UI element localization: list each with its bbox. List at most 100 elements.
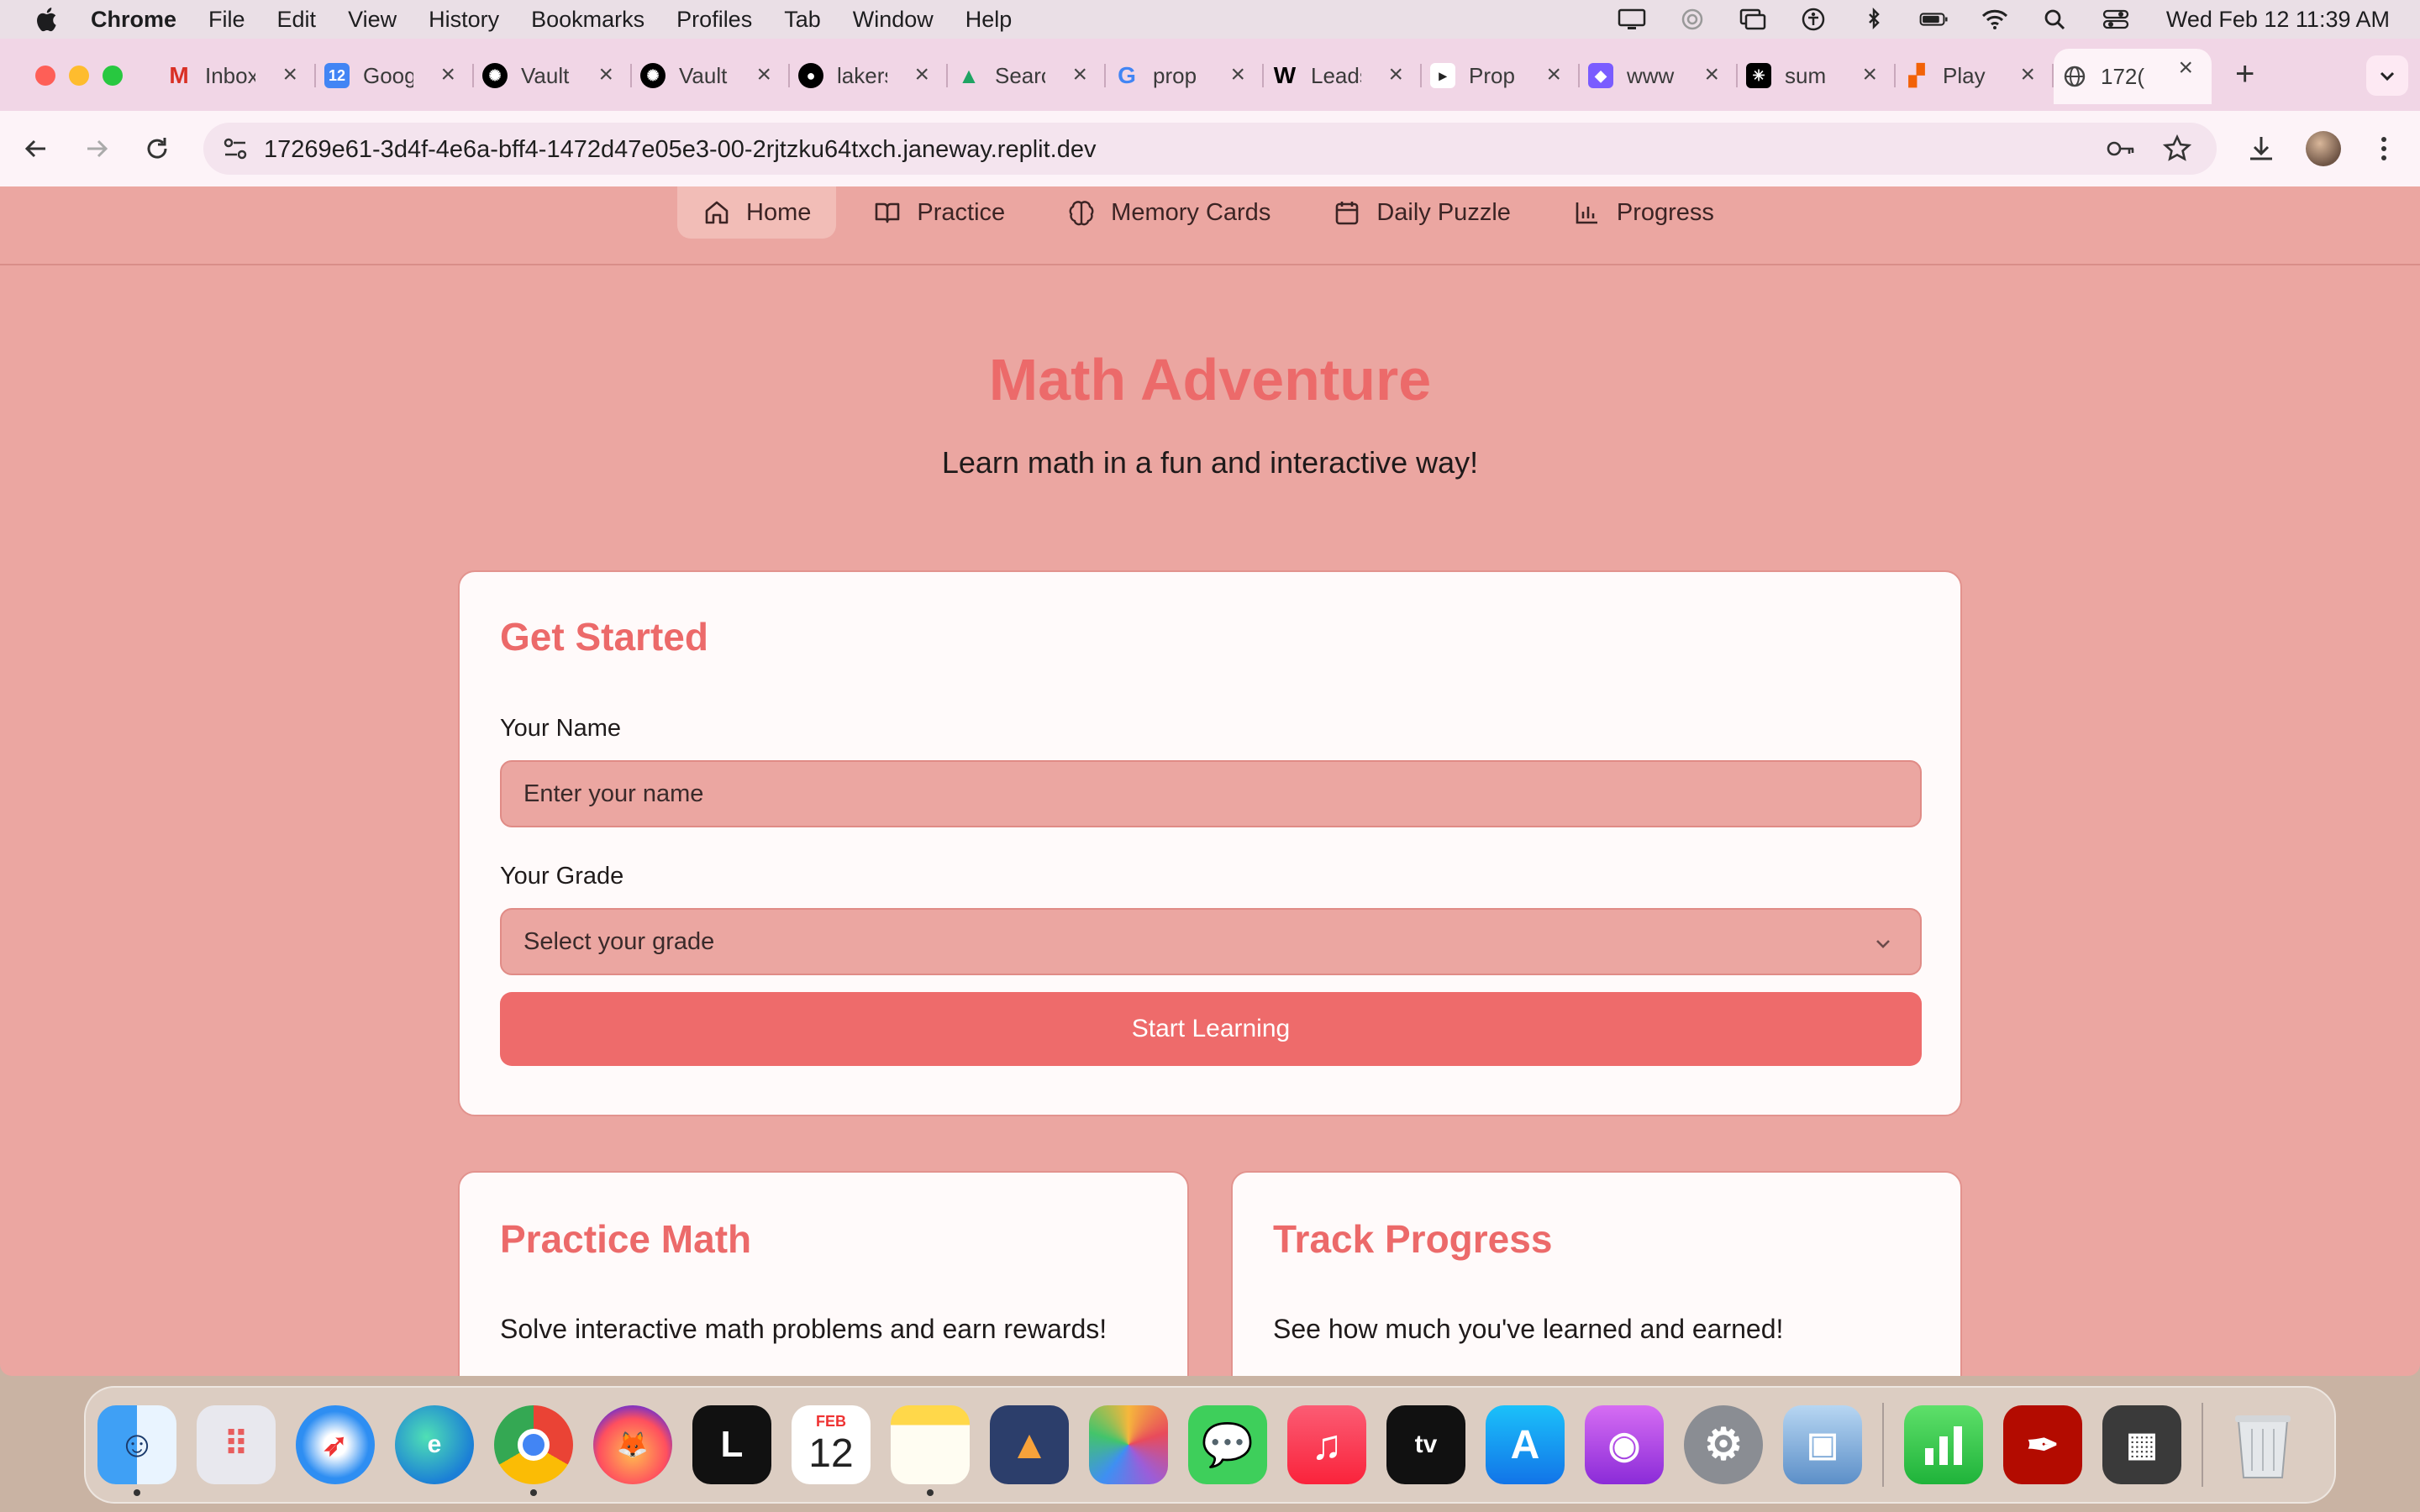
menu-clock[interactable]: Wed Feb 12 11:39 AM (2166, 7, 2390, 33)
browser-tab[interactable]: G prop × (1106, 55, 1264, 96)
browser-tab[interactable]: M Inbox × (158, 55, 316, 96)
menu-edit[interactable]: Edit (277, 7, 317, 33)
chevron-down-icon (2380, 71, 2395, 81)
browser-tab[interactable]: ▞ Play × (1896, 55, 2054, 96)
menu-bookmarks[interactable]: Bookmarks (531, 7, 644, 33)
more-options-icon[interactable] (2371, 133, 2396, 165)
close-icon[interactable]: × (1862, 60, 1877, 89)
launchpad-icon[interactable]: ⠿ (197, 1405, 276, 1484)
key-icon[interactable] (2106, 136, 2136, 161)
app-store-icon[interactable]: A (1486, 1405, 1565, 1484)
airdrop-icon[interactable] (1677, 7, 1707, 32)
browser-tab[interactable]: 12 Google × (316, 55, 474, 96)
apple-icon[interactable] (34, 5, 62, 34)
menu-history[interactable]: History (429, 7, 499, 33)
finder-icon[interactable]: ☺ (97, 1405, 176, 1496)
url-text[interactable]: 17269e61-3d4f-4e6a-bff4-1472d47e05e3-00-… (264, 136, 1096, 164)
close-icon[interactable]: × (440, 60, 455, 89)
track-progress-card[interactable]: Track Progress See how much you've learn… (1231, 1171, 1962, 1376)
nav-home[interactable]: Home (677, 186, 837, 239)
reload-button[interactable] (138, 129, 176, 168)
tab-search-button[interactable] (2366, 55, 2408, 96)
screen-mirroring-icon[interactable] (1738, 7, 1768, 32)
control-center-icon[interactable] (2101, 7, 2131, 32)
start-learning-button[interactable]: Start Learning (500, 992, 1922, 1066)
close-icon[interactable]: × (1704, 60, 1719, 89)
download-icon[interactable] (2245, 133, 2277, 165)
forward-button[interactable] (77, 129, 116, 168)
screenshot-icon[interactable]: ▦ (2102, 1405, 2181, 1484)
browser-tab-active[interactable]: 172( × (2054, 49, 2212, 104)
acrobat-icon[interactable]: ✒ (2003, 1405, 2082, 1484)
spotlight-search-icon[interactable] (2040, 7, 2070, 32)
preview-icon[interactable]: ▣ (1783, 1405, 1862, 1484)
system-settings-icon[interactable]: ⚙ (1684, 1405, 1763, 1484)
menu-window[interactable]: Window (853, 7, 934, 33)
back-button[interactable] (17, 129, 55, 168)
accessibility-icon[interactable] (1798, 7, 1828, 32)
close-icon[interactable]: × (914, 60, 929, 89)
profile-avatar[interactable] (2306, 131, 2341, 166)
menu-profiles[interactable]: Profiles (676, 7, 752, 33)
browser-tab[interactable]: ✺ Vault × (632, 55, 790, 96)
nav-progress[interactable]: Progress (1548, 186, 1739, 239)
close-icon[interactable]: × (1072, 60, 1087, 89)
display-icon[interactable] (1617, 7, 1647, 32)
menu-app-name[interactable]: Chrome (91, 7, 176, 33)
name-input[interactable]: Enter your name (500, 760, 1922, 827)
menu-view[interactable]: View (348, 7, 397, 33)
replit-icon: ▞ (1908, 64, 1925, 87)
browser-tab[interactable]: ◆ www × (1580, 55, 1738, 96)
menu-tab[interactable]: Tab (784, 7, 821, 33)
safari-icon[interactable]: ➶ (296, 1405, 375, 1484)
menu-file[interactable]: File (208, 7, 245, 33)
notes-icon[interactable] (891, 1405, 970, 1496)
close-icon[interactable]: × (1230, 60, 1245, 89)
edge-icon[interactable]: e (395, 1405, 474, 1484)
menu-help[interactable]: Help (965, 7, 1013, 33)
grade-select[interactable]: Select your grade (500, 908, 1922, 975)
dock: ☺ ⠿ ➶ e 🦊 L FEB 12 ▲ 💬 ♫ tv A ◉ ⚙ ▣ ✒ ▦ (84, 1386, 2336, 1504)
calendar-app-icon[interactable]: FEB 12 (792, 1405, 871, 1484)
nav-practice[interactable]: Practice (848, 186, 1030, 239)
practice-math-card[interactable]: Practice Math Solve interactive math pro… (458, 1171, 1189, 1376)
firefox-icon[interactable]: 🦊 (593, 1405, 672, 1484)
close-icon[interactable]: × (282, 60, 297, 89)
close-icon[interactable]: × (756, 60, 771, 89)
close-icon[interactable]: × (598, 60, 613, 89)
new-tab-button[interactable]: + (2235, 55, 2254, 93)
nav-daily-puzzle[interactable]: Daily Puzzle (1307, 186, 1536, 239)
numbers-icon[interactable] (1904, 1405, 1983, 1484)
lasso-icon[interactable]: L (692, 1405, 771, 1484)
wifi-icon[interactable] (1980, 7, 2010, 32)
close-icon[interactable]: × (1546, 60, 1561, 89)
messages-icon[interactable]: 💬 (1188, 1405, 1267, 1484)
window-zoom-button[interactable] (103, 66, 123, 86)
podcasts-icon[interactable]: ◉ (1585, 1405, 1664, 1484)
close-icon[interactable]: × (2020, 60, 2035, 89)
window-minimize-button[interactable] (69, 66, 89, 86)
browser-tab[interactable]: ✳ sum × (1738, 55, 1896, 96)
site-info-icon[interactable] (222, 136, 249, 161)
trash-icon[interactable] (2223, 1405, 2302, 1484)
browser-tab[interactable]: ▸ Prop × (1422, 55, 1580, 96)
apple-tv-icon[interactable]: tv (1386, 1405, 1465, 1484)
bookmark-star-icon[interactable] (2163, 134, 2191, 163)
bluetooth-icon[interactable] (1859, 7, 1889, 32)
photos-icon[interactable] (1089, 1405, 1168, 1484)
window-close-button[interactable] (35, 66, 55, 86)
close-icon[interactable]: × (1388, 60, 1403, 89)
card-title: Track Progress (1273, 1217, 1553, 1261)
chrome-icon[interactable] (494, 1405, 573, 1496)
music-icon[interactable]: ♫ (1287, 1405, 1366, 1484)
battery-icon[interactable] (1919, 7, 1949, 32)
address-bar[interactable]: 17269e61-3d4f-4e6a-bff4-1472d47e05e3-00-… (203, 123, 2217, 175)
browser-tab[interactable]: W Leads × (1264, 55, 1422, 96)
page-viewport: Home Practice Memory Cards Daily Puzzle … (0, 186, 2420, 1376)
close-icon[interactable]: × (2178, 54, 2193, 82)
affinity-icon[interactable]: ▲ (990, 1405, 1069, 1484)
browser-tab[interactable]: ▲ Search × (948, 55, 1106, 96)
browser-tab[interactable]: ✺ Vault × (474, 55, 632, 96)
nav-memory-cards[interactable]: Memory Cards (1042, 186, 1296, 239)
browser-tab[interactable]: ● lakers × (790, 55, 948, 96)
